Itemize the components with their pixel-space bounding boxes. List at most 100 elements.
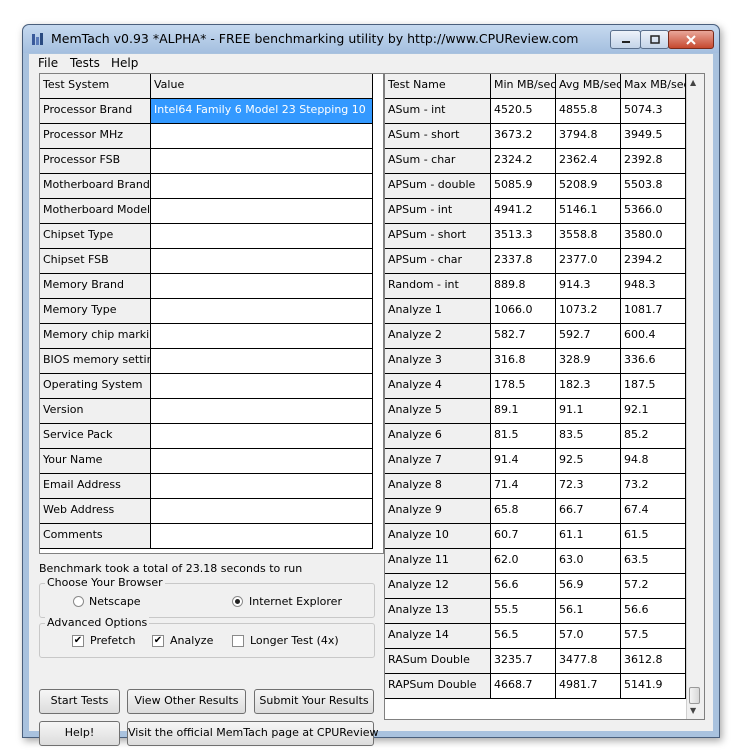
system-field-value[interactable] <box>151 124 373 149</box>
minimize-button[interactable] <box>610 30 641 49</box>
client-area: File Tests Help Test System Value Processo… <box>29 54 713 746</box>
results-test-name: Analyze 1 <box>385 299 491 324</box>
results-value: 3949.5 <box>621 124 686 149</box>
system-field-value[interactable]: Intel64 Family 6 Model 23 Stepping 10 <box>151 99 373 124</box>
results-value: 2324.2 <box>491 149 556 174</box>
system-field-label: Memory chip markings <box>40 324 151 349</box>
system-field-value[interactable] <box>151 224 373 249</box>
results-value: 889.8 <box>491 274 556 299</box>
system-field-label: BIOS memory settings <box>40 349 151 374</box>
results-test-name: APSum - short <box>385 224 491 249</box>
longer-test-checkbox[interactable] <box>232 635 244 647</box>
system-info-grid[interactable]: Test System Value Processor Brand Intel64 F… <box>39 73 384 554</box>
system-field-label: Processor FSB <box>40 149 151 174</box>
results-header-cell[interactable]: Avg MB/sec <box>556 74 621 99</box>
scroll-thumb[interactable] <box>689 687 700 704</box>
start-tests-button[interactable]: Start Tests <box>39 689 120 714</box>
system-field-value[interactable] <box>151 424 373 449</box>
system-field-label: Web Address <box>40 499 151 524</box>
help-button[interactable]: Help! <box>39 721 120 746</box>
results-test-name: Analyze 11 <box>385 549 491 574</box>
results-value: 5141.9 <box>621 674 686 699</box>
results-value: 83.5 <box>556 424 621 449</box>
results-test-name: Analyze 3 <box>385 349 491 374</box>
system-field-label: Motherboard Brand <box>40 174 151 199</box>
results-value: 2377.0 <box>556 249 621 274</box>
results-value: 582.7 <box>491 324 556 349</box>
results-value: 4520.5 <box>491 99 556 124</box>
view-other-results-button[interactable]: View Other Results <box>127 689 246 714</box>
system-field-value[interactable] <box>151 324 373 349</box>
results-test-name: ASum - short <box>385 124 491 149</box>
visit-memtach-page-button[interactable]: Visit the official MemTach page at CPURe… <box>127 721 379 746</box>
results-value: 3580.0 <box>621 224 686 249</box>
ie-radio[interactable] <box>232 596 243 607</box>
system-field-label: Operating System <box>40 374 151 399</box>
ie-label[interactable]: Internet Explorer <box>249 595 342 608</box>
results-value: 3612.8 <box>621 649 686 674</box>
results-value: 2394.2 <box>621 249 686 274</box>
system-field-value[interactable] <box>151 399 373 424</box>
close-button[interactable] <box>668 30 714 49</box>
results-value: 92.1 <box>621 399 686 424</box>
analyze-checkbox[interactable]: ✔ <box>152 635 164 647</box>
longer-test-label[interactable]: Longer Test (4x) <box>250 634 339 647</box>
scroll-up-arrow-icon[interactable]: ▲ <box>690 78 696 87</box>
results-value: 85.2 <box>621 424 686 449</box>
app-icon <box>32 33 43 45</box>
results-test-name: Analyze 4 <box>385 374 491 399</box>
system-field-value[interactable] <box>151 249 373 274</box>
system-field-value[interactable] <box>151 474 373 499</box>
results-grid[interactable]: Max MB/sec Avg MB/sec Min MB/sec Test Name … <box>384 73 705 720</box>
analyze-label[interactable]: Analyze <box>170 634 213 647</box>
system-field-value[interactable] <box>151 174 373 199</box>
maximize-button[interactable] <box>640 30 669 49</box>
menu-tests[interactable]: Tests <box>70 56 100 70</box>
netscape-label[interactable]: Netscape <box>89 595 141 608</box>
results-value: 91.4 <box>491 449 556 474</box>
system-field-label: Motherboard Model <box>40 199 151 224</box>
results-test-name: Analyze 9 <box>385 499 491 524</box>
scroll-down-arrow-icon[interactable]: ▼ <box>690 706 696 715</box>
results-value: 71.4 <box>491 474 556 499</box>
system-field-value[interactable] <box>151 199 373 224</box>
results-value: 178.5 <box>491 374 556 399</box>
menu-file[interactable]: File <box>38 56 58 70</box>
browser-group: Choose Your Browser Netscape Internet Ex… <box>39 576 375 618</box>
menu-help[interactable]: Help <box>111 56 138 70</box>
system-field-value[interactable] <box>151 274 373 299</box>
system-field-value[interactable] <box>151 449 373 474</box>
prefetch-checkbox[interactable]: ✔ <box>72 635 84 647</box>
results-value: 55.5 <box>491 599 556 624</box>
system-field-value[interactable] <box>151 349 373 374</box>
system-field-value[interactable] <box>151 299 373 324</box>
results-value: 182.3 <box>556 374 621 399</box>
results-value: 60.7 <box>491 524 556 549</box>
system-field-value[interactable] <box>151 149 373 174</box>
results-value: 4668.7 <box>491 674 556 699</box>
results-value: 4941.2 <box>491 199 556 224</box>
system-field-value[interactable] <box>151 524 373 549</box>
system-header-cell: Test System <box>40 74 151 99</box>
results-header-cell[interactable]: Min MB/sec <box>491 74 556 99</box>
title-bar[interactable]: MemTach v0.93 *ALPHA* - FREE benchmarkin… <box>23 25 719 53</box>
results-test-name: Analyze 13 <box>385 599 491 624</box>
results-header-cell[interactable]: Test Name <box>385 74 491 99</box>
results-test-name: Analyze 2 <box>385 324 491 349</box>
results-test-name: RAPSum Double <box>385 674 491 699</box>
results-value: 5503.8 <box>621 174 686 199</box>
netscape-radio[interactable] <box>73 596 84 607</box>
results-header-cell[interactable]: Max MB/sec <box>621 74 686 99</box>
system-field-value[interactable] <box>151 374 373 399</box>
prefetch-label[interactable]: Prefetch <box>90 634 135 647</box>
results-value: 3235.7 <box>491 649 556 674</box>
system-field-value[interactable] <box>151 499 373 524</box>
results-value: 1073.2 <box>556 299 621 324</box>
results-value: 67.4 <box>621 499 686 524</box>
submit-results-button[interactable]: Submit Your Results <box>254 689 374 714</box>
results-test-name: Analyze 14 <box>385 624 491 649</box>
results-test-name: Analyze 7 <box>385 449 491 474</box>
results-scrollbar[interactable]: ▲ ▼ <box>686 74 704 719</box>
results-value: 4855.8 <box>556 99 621 124</box>
results-test-name: APSum - char <box>385 249 491 274</box>
